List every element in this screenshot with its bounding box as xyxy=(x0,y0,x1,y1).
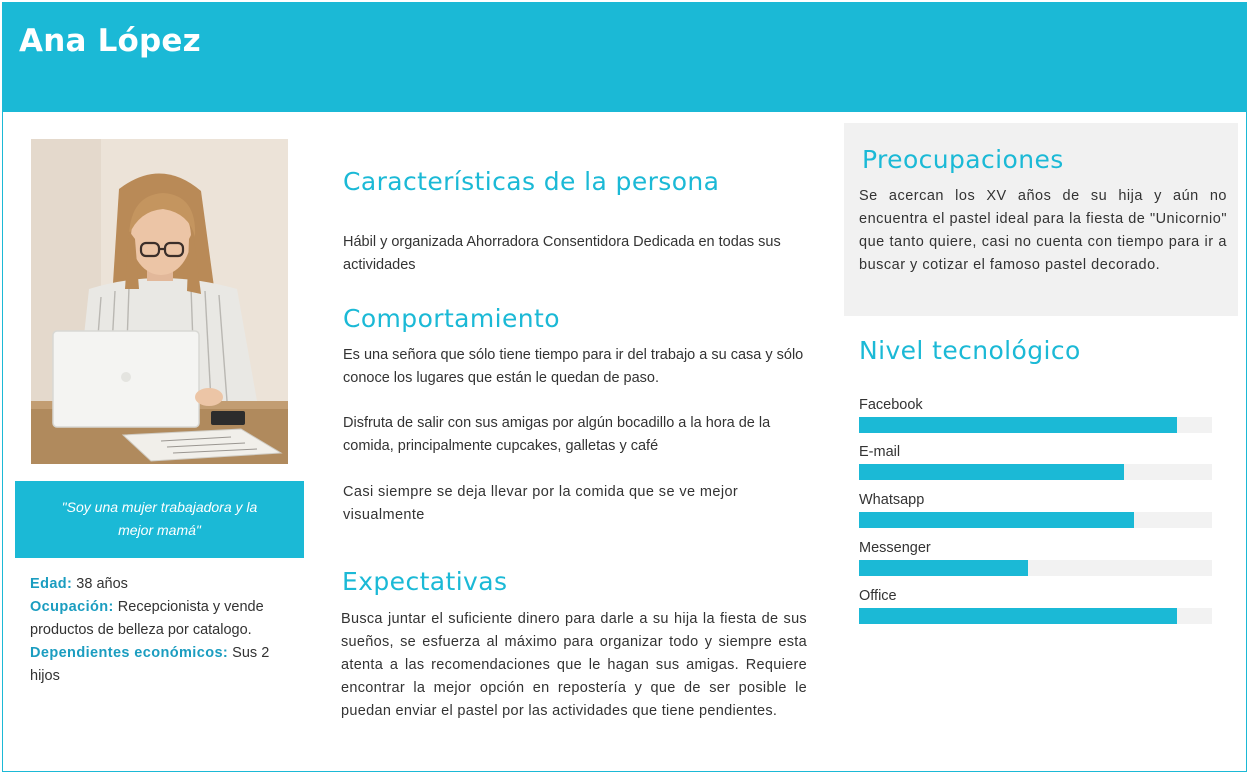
tech-bar-fill xyxy=(859,608,1177,624)
dependents-row: Dependientes económicos: Sus 2 hijos xyxy=(30,642,292,688)
tech-bar-track xyxy=(859,512,1212,528)
expectations-text: Busca juntar el suficiente dinero para d… xyxy=(341,611,807,719)
occupation-label: Ocupación: xyxy=(30,599,114,615)
tech-bar-label: E-mail xyxy=(859,444,901,460)
concerns-panel: Preocupaciones Se acercan los XV años de… xyxy=(844,123,1238,316)
tech-bar-office: Office xyxy=(859,586,1212,624)
tech-bar-label: Office xyxy=(859,588,897,604)
header-banner: Ana López xyxy=(3,3,1247,112)
persona-photo xyxy=(31,139,288,464)
tech-bar-fill xyxy=(859,417,1177,433)
tech-bar-fill xyxy=(859,560,1029,576)
tech-bar-fill xyxy=(859,464,1124,480)
tech-bar-label: Messenger xyxy=(859,540,931,556)
persona-info: Edad: 38 años Ocupación: Recepcionista y… xyxy=(30,573,292,688)
concerns-title: Preocupaciones xyxy=(862,145,1064,174)
behavior-text-3: Casi siempre se deja llevar por la comid… xyxy=(343,484,739,523)
age-row: Edad: 38 años xyxy=(30,573,292,596)
tech-level-title: Nivel tecnológico xyxy=(859,336,1081,365)
occupation-row: Ocupación: Recepcionista y vende product… xyxy=(30,596,292,642)
expectations-title: Expectativas xyxy=(342,567,508,596)
tech-bar-whatsapp: Whatsapp xyxy=(859,490,1212,528)
tech-bar-fill xyxy=(859,512,1135,528)
tech-bar-track xyxy=(859,417,1212,433)
persona-name: Ana López xyxy=(19,23,201,59)
concerns-text: Se acercan los XV años de su hija y aún … xyxy=(859,188,1227,273)
tech-bar-email: E-mail xyxy=(859,442,1212,480)
tech-bar-track xyxy=(859,560,1212,576)
age-label: Edad: xyxy=(30,576,73,592)
tech-bar-track xyxy=(859,464,1212,480)
tech-bar-facebook: Facebook xyxy=(859,395,1212,433)
tech-bar-track xyxy=(859,608,1212,624)
tech-bar-label: Whatsapp xyxy=(859,492,925,508)
age-value: 38 años xyxy=(72,576,128,592)
persona-quote: "Soy una mujer trabajadora y la mejor ma… xyxy=(15,481,304,558)
tech-bar-messenger: Messenger xyxy=(859,538,1212,576)
tech-bar-label: Facebook xyxy=(859,397,923,413)
behavior-text-1: Es una señora que sólo tiene tiempo para… xyxy=(343,347,804,386)
characteristics-text: Hábil y organizada Ahorradora Consentido… xyxy=(343,234,781,273)
behavior-title: Comportamiento xyxy=(343,304,560,333)
characteristics-title: Características de la persona xyxy=(343,167,720,196)
dependents-label: Dependientes económicos: xyxy=(30,645,229,661)
behavior-text-2: Disfruta de salir con sus amigas por alg… xyxy=(343,415,771,454)
